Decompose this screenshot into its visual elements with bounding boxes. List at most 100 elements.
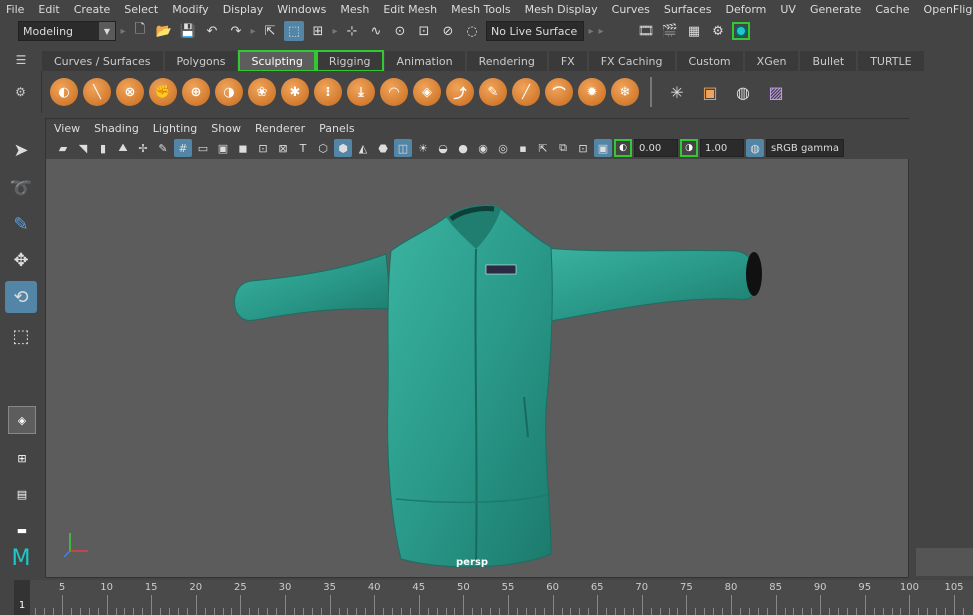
menu-edit-mesh[interactable]: Edit Mesh xyxy=(383,3,437,16)
gamma-field[interactable]: 1.00 xyxy=(700,139,744,157)
smear-tool-icon[interactable]: ╱ xyxy=(512,78,540,106)
default-material-icon[interactable]: ⬣ xyxy=(374,139,392,157)
tab-polygons[interactable]: Polygons xyxy=(164,51,238,71)
isolate-select-icon[interactable]: ⇱ xyxy=(534,139,552,157)
menu-mesh-display[interactable]: Mesh Display xyxy=(525,3,598,16)
color-management-icon[interactable]: ◍ xyxy=(746,139,764,157)
render-settings-icon[interactable]: ⚙ xyxy=(708,21,728,41)
repeat-tool-icon[interactable]: ⁝ xyxy=(314,78,342,106)
camera-attributes-icon[interactable]: ◥ xyxy=(74,139,92,157)
panel-menu-shading[interactable]: Shading xyxy=(94,122,139,135)
tab-rigging[interactable]: Rigging xyxy=(315,50,384,72)
exposure-field[interactable]: 0.00 xyxy=(634,139,678,157)
tab-rendering[interactable]: Rendering xyxy=(466,51,547,71)
freeze-tool-icon[interactable]: ❄ xyxy=(611,78,639,106)
snap-view-plane-icon[interactable]: ⊡ xyxy=(414,21,434,41)
undo-icon[interactable]: ↶ xyxy=(202,21,222,41)
convert-to-frozen-icon[interactable]: ✳ xyxy=(663,78,691,106)
resolution-gate-icon[interactable]: ▣ xyxy=(214,139,232,157)
select-hierarchy-icon[interactable]: ⇱ xyxy=(260,21,280,41)
menu-create[interactable]: Create xyxy=(74,3,111,16)
tab-custom[interactable]: Custom xyxy=(676,51,743,71)
shadows-icon[interactable]: ◒ xyxy=(434,139,452,157)
safe-action-icon[interactable]: ⊠ xyxy=(274,139,292,157)
field-chart-icon[interactable]: ⊡ xyxy=(254,139,272,157)
camera-icon[interactable]: ▰ xyxy=(54,139,72,157)
tab-animation[interactable]: Animation xyxy=(384,51,465,71)
menu-file[interactable]: File xyxy=(6,3,24,16)
blend-shape-icon[interactable]: ▨ xyxy=(762,78,790,106)
menu-curves[interactable]: Curves xyxy=(612,3,650,16)
mode-select[interactable]: Modeling ▼ xyxy=(18,21,116,41)
scale-tool-icon[interactable]: ⬚ xyxy=(5,320,37,352)
wireframe-on-shaded-icon[interactable]: ◭ xyxy=(354,139,372,157)
tab-xgen[interactable]: XGen xyxy=(744,51,799,71)
textured-icon[interactable]: ◫ xyxy=(394,139,412,157)
panel-menu-lighting[interactable]: Lighting xyxy=(153,122,197,135)
tab-fx[interactable]: FX xyxy=(548,51,587,71)
menu-windows[interactable]: Windows xyxy=(277,3,326,16)
pinch-tool-icon[interactable]: ⊕ xyxy=(182,78,210,106)
safe-title-icon[interactable]: T xyxy=(294,139,312,157)
move-tool-icon[interactable]: ✥ xyxy=(5,244,37,276)
foamy-tool-icon[interactable]: ❀ xyxy=(248,78,276,106)
bulge-tool-icon[interactable]: ⌒ xyxy=(545,78,573,106)
3d-viewport[interactable]: persp xyxy=(46,159,908,577)
cage-icon[interactable]: ◍ xyxy=(729,78,757,106)
snap-grid-icon[interactable]: ⊹ xyxy=(342,21,362,41)
xray-joints-icon[interactable]: ⊡ xyxy=(574,139,592,157)
menu-openflight[interactable]: OpenFlight xyxy=(924,3,973,16)
panel-menu-show[interactable]: Show xyxy=(211,122,241,135)
menu-deform[interactable]: Deform xyxy=(725,3,766,16)
time-slider[interactable]: 5 10 15 20 25 30 35 40 45 50 55 60 65 70 75 80 85 90 95 100… xyxy=(0,580,973,615)
ambient-occlusion-icon[interactable]: ● xyxy=(454,139,472,157)
menu-mesh[interactable]: Mesh xyxy=(340,3,369,16)
flatten-tool-icon[interactable]: ◑ xyxy=(215,78,243,106)
bookmark-icon[interactable]: ▮ xyxy=(94,139,112,157)
film-gate-icon[interactable]: ▭ xyxy=(194,139,212,157)
tab-curves-surfaces[interactable]: Curves / Surfaces xyxy=(42,51,163,71)
gamma-toggle-icon[interactable]: ◑ xyxy=(680,139,698,157)
fill-tool-icon[interactable]: ⤴ xyxy=(446,78,474,106)
gear-icon[interactable]: ⚙ xyxy=(0,71,42,113)
menu-mesh-tools[interactable]: Mesh Tools xyxy=(451,3,511,16)
pan-zoom-icon[interactable]: ✢ xyxy=(134,139,152,157)
ipr-render-icon[interactable]: ▦ xyxy=(684,21,704,41)
four-pane-layout-icon[interactable]: ⊞ xyxy=(8,444,36,472)
rotate-tool-icon[interactable]: ⟲ xyxy=(5,281,37,313)
menu-select[interactable]: Select xyxy=(124,3,158,16)
snap-live-icon[interactable]: ⊘ xyxy=(438,21,458,41)
current-frame-marker[interactable]: 1 xyxy=(14,580,30,615)
smooth-tool-icon[interactable]: ╲ xyxy=(83,78,111,106)
hypershade-icon[interactable] xyxy=(732,22,750,40)
motion-blur-icon[interactable]: ◉ xyxy=(474,139,492,157)
tab-fx-caching[interactable]: FX Caching xyxy=(588,51,675,71)
tab-bullet[interactable]: Bullet xyxy=(800,51,857,71)
time-slider-track[interactable]: 5 10 15 20 25 30 35 40 45 50 55 60 65 70 75 80 85 90 95 100… xyxy=(14,580,973,615)
tab-turtle[interactable]: TURTLE xyxy=(858,51,924,71)
single-pane-layout-icon[interactable]: ◈ xyxy=(8,406,36,434)
render-view-icon[interactable]: 🎞 xyxy=(636,21,656,41)
menu-modify[interactable]: Modify xyxy=(172,3,208,16)
lasso-tool-icon[interactable]: ➰ xyxy=(5,172,37,204)
spray-tool-icon[interactable]: ✱ xyxy=(281,78,309,106)
grab-tool-icon[interactable]: ✊ xyxy=(149,78,177,106)
persp-graph-layout-icon[interactable]: ▬ xyxy=(8,516,36,544)
new-scene-icon[interactable]: 🗋 xyxy=(130,21,150,41)
select-tool-icon[interactable]: ➤ xyxy=(5,134,37,166)
snap-point-icon[interactable]: ⊙ xyxy=(390,21,410,41)
menu-uv[interactable]: UV xyxy=(780,3,796,16)
live-surface-field[interactable]: No Live Surface xyxy=(486,21,584,41)
depth-of-field-icon[interactable]: ▪ xyxy=(514,139,532,157)
outliner-layout-icon[interactable]: ▤ xyxy=(8,480,36,508)
menu-edit[interactable]: Edit xyxy=(38,3,59,16)
tab-sculpting[interactable]: Sculpting xyxy=(238,50,316,72)
paint-select-icon[interactable]: ✎ xyxy=(5,208,37,240)
menu-surfaces[interactable]: Surfaces xyxy=(664,3,712,16)
sculpt-layer-icon[interactable]: ▣ xyxy=(696,78,724,106)
render-frame-icon[interactable]: 🎬 xyxy=(660,21,680,41)
color-space-field[interactable]: sRGB gamma xyxy=(766,139,844,157)
antialiasing-icon[interactable]: ◎ xyxy=(494,139,512,157)
grid-icon[interactable]: # xyxy=(174,139,192,157)
menu-cache[interactable]: Cache xyxy=(875,3,909,16)
